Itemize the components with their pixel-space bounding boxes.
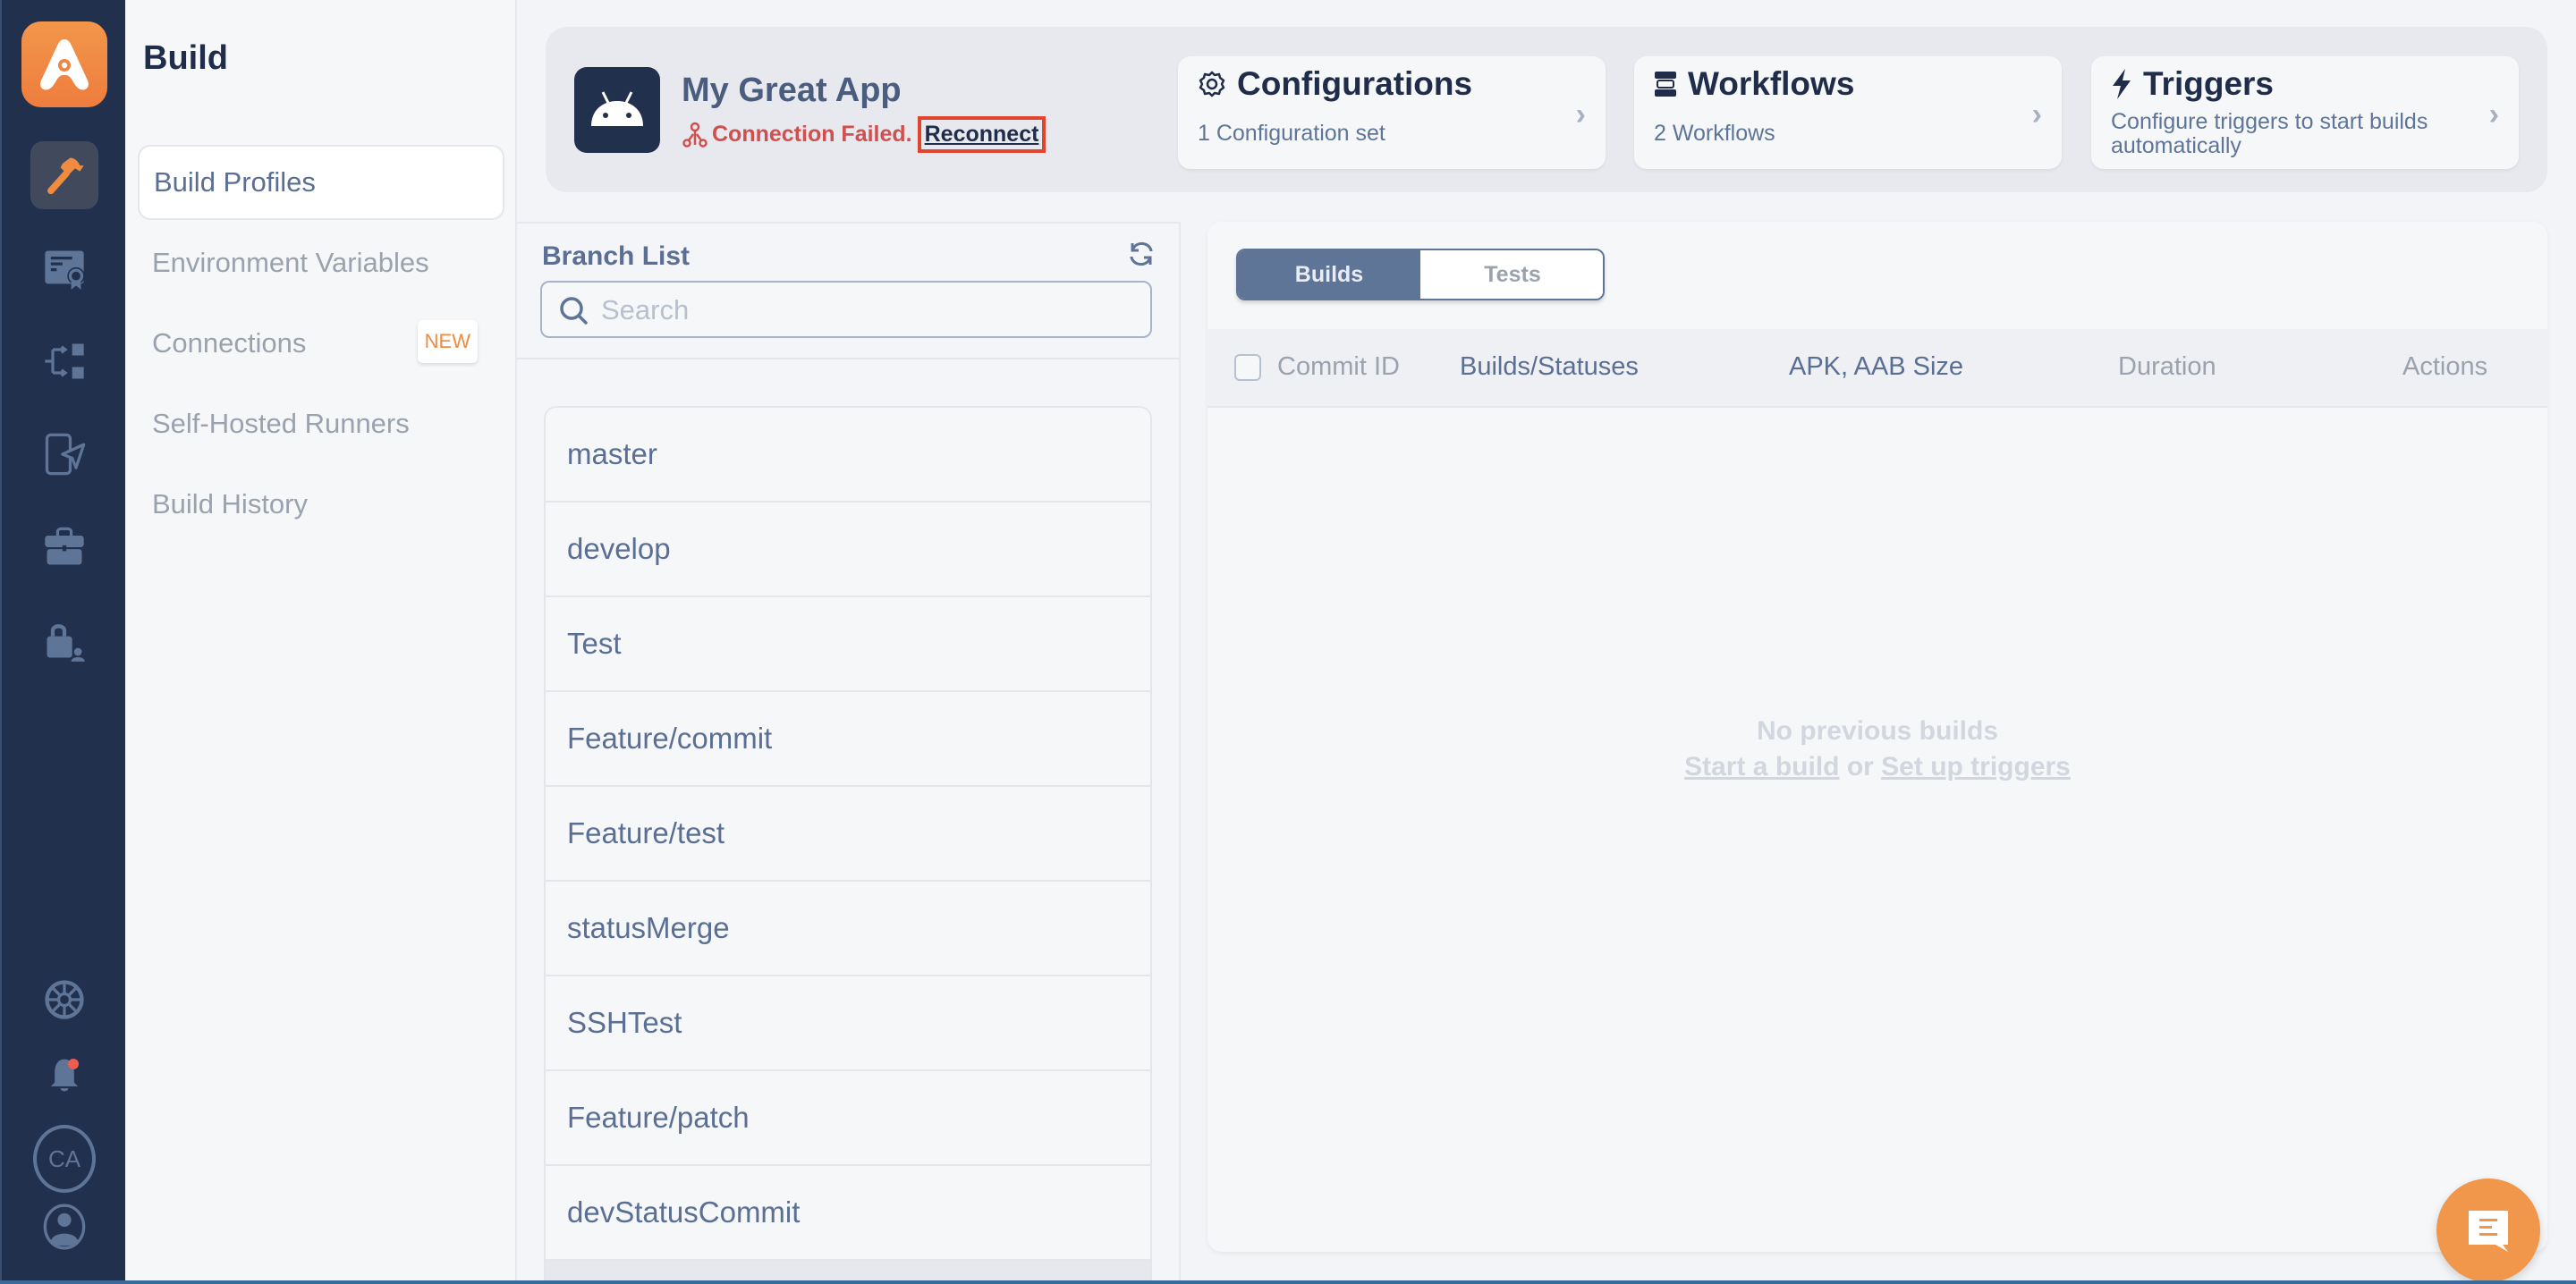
app-logo[interactable]	[21, 21, 107, 107]
left-rail: CA	[0, 0, 125, 1284]
rail-certificates[interactable]	[30, 234, 98, 302]
branch-list: master develop Test Feature/commit Featu…	[544, 406, 1152, 1284]
rail-portfolio[interactable]	[30, 513, 98, 581]
branch-item[interactable]: Test	[546, 597, 1150, 692]
certificate-icon	[45, 250, 85, 290]
branch-search[interactable]	[540, 281, 1152, 338]
build-subnav: Build Build Profiles Environment Variabl…	[125, 0, 517, 1284]
subnav-item-build-profiles[interactable]: Build Profiles	[138, 145, 504, 220]
branch-item[interactable]: statusMerge	[546, 882, 1150, 976]
subnav-item-label: Self-Hosted Runners	[152, 408, 410, 439]
chevron-right-icon: ›	[2488, 97, 2499, 131]
rail-build[interactable]	[30, 141, 98, 209]
app-header: My Great App Connection Failed. Reconnec…	[546, 27, 2547, 192]
branch-item[interactable]: Feature/commit	[546, 692, 1150, 787]
org-avatar[interactable]: CA	[33, 1125, 96, 1193]
tab-tests[interactable]: Tests	[1420, 250, 1603, 299]
workflow-icon	[45, 343, 84, 379]
reconnect-link[interactable]: Reconnect	[917, 116, 1046, 153]
builds-panel: Builds Tests Commit ID Builds/Statuses A…	[1208, 222, 2547, 1252]
subnav-item-build-history[interactable]: Build History	[138, 467, 504, 542]
column-apk-aab-size: APK, AAB Size	[1789, 352, 1964, 381]
workflows-card[interactable]: Workflows 2 Workflows ›	[1634, 56, 2062, 169]
chevron-right-icon: ›	[1575, 97, 1586, 131]
branch-item[interactable]: develop	[546, 503, 1150, 597]
column-duration: Duration	[2118, 352, 2216, 381]
branch-item[interactable]: devStatusCommit	[546, 1166, 1150, 1261]
subnav-item-self-hosted-runners[interactable]: Self-Hosted Runners	[138, 386, 504, 461]
empty-state-connector: or	[1846, 752, 1874, 781]
briefcase-icon	[45, 527, 84, 565]
notifications-button[interactable]	[30, 1041, 98, 1109]
start-build-link[interactable]: Start a build	[1684, 752, 1839, 781]
android-icon	[591, 91, 643, 126]
app-name: My Great App	[682, 72, 902, 109]
card-title: Triggers	[2143, 65, 2274, 102]
bottom-border	[0, 1280, 2576, 1284]
divider	[517, 358, 1179, 359]
hammer-icon	[47, 157, 84, 195]
app-distribution-icon	[45, 433, 86, 476]
refresh-icon[interactable]	[1125, 238, 1157, 270]
connection-status-text: Connection Failed.	[712, 122, 912, 147]
user-icon	[43, 1204, 86, 1250]
rail-distribution[interactable]	[30, 420, 98, 488]
column-actions: Actions	[2402, 352, 2488, 381]
subnav-item-connections[interactable]: Connections NEW	[138, 306, 504, 381]
configurations-card[interactable]: Configurations 1 Configuration set ›	[1178, 56, 1606, 169]
profile-button[interactable]	[30, 1193, 98, 1261]
connection-status: Connection Failed. Reconnect	[682, 116, 1046, 153]
new-badge: NEW	[417, 320, 478, 363]
setup-triggers-link[interactable]: Set up triggers	[1881, 752, 2071, 781]
branch-item[interactable]: SSHTest	[546, 976, 1150, 1071]
branch-item[interactable]: master	[546, 408, 1150, 503]
chat-icon	[2469, 1211, 2508, 1252]
card-title: Workflows	[1688, 65, 1855, 102]
empty-state: No previous builds Start a build or Set …	[1208, 714, 2547, 785]
gear-icon	[1199, 71, 1225, 97]
help-icon	[45, 980, 84, 1019]
card-title: Configurations	[1237, 65, 1473, 102]
help-button[interactable]	[30, 966, 98, 1034]
lightning-icon	[2113, 69, 2131, 99]
select-all-checkbox[interactable]	[1234, 354, 1261, 381]
connection-failed-icon	[682, 122, 708, 148]
tab-builds[interactable]: Builds	[1238, 250, 1420, 299]
logo-icon	[40, 39, 89, 90]
search-icon	[560, 297, 588, 325]
triggers-card[interactable]: Triggers Configure triggers to start bui…	[2091, 56, 2519, 169]
rail-secrets[interactable]	[30, 606, 98, 674]
column-commit-id: Commit ID	[1277, 352, 1400, 381]
empty-state-title: No previous builds	[1756, 716, 1999, 746]
app-icon	[574, 67, 660, 153]
subnav-item-label: Connections	[152, 327, 307, 359]
column-builds-statuses: Builds/Statuses	[1460, 352, 1639, 381]
subnav-item-label: Environment Variables	[152, 247, 429, 278]
branch-item[interactable]: Feature/test	[546, 787, 1150, 882]
subnav-item-environment-variables[interactable]: Environment Variables	[138, 225, 504, 300]
card-subtitle: 2 Workflows	[1654, 121, 1775, 146]
bell-icon	[50, 1059, 79, 1092]
card-subtitle: 1 Configuration set	[1198, 121, 1385, 146]
workflow-list-icon	[1655, 72, 1676, 97]
branch-item[interactable]: Feature/patch	[546, 1071, 1150, 1166]
rail-workflows[interactable]	[30, 327, 98, 395]
subnav-item-label: Build History	[152, 488, 308, 520]
builds-table-header: Commit ID Builds/Statuses APK, AAB Size …	[1208, 329, 2547, 408]
subnav-item-label: Build Profiles	[154, 166, 316, 198]
chevron-right-icon: ›	[2031, 97, 2042, 131]
card-subtitle: Configure triggers to start builds autom…	[2111, 109, 2428, 158]
lock-user-icon	[47, 624, 85, 662]
chat-button[interactable]	[2436, 1178, 2540, 1282]
builds-tests-toggle: Builds Tests	[1236, 249, 1605, 300]
section-title: Build	[143, 39, 228, 77]
branch-list-title: Branch List	[542, 241, 691, 271]
branch-panel: Branch List master develop Test Feature/…	[517, 222, 1181, 1284]
branch-search-input[interactable]	[601, 290, 1138, 331]
notification-badge	[68, 1059, 79, 1069]
